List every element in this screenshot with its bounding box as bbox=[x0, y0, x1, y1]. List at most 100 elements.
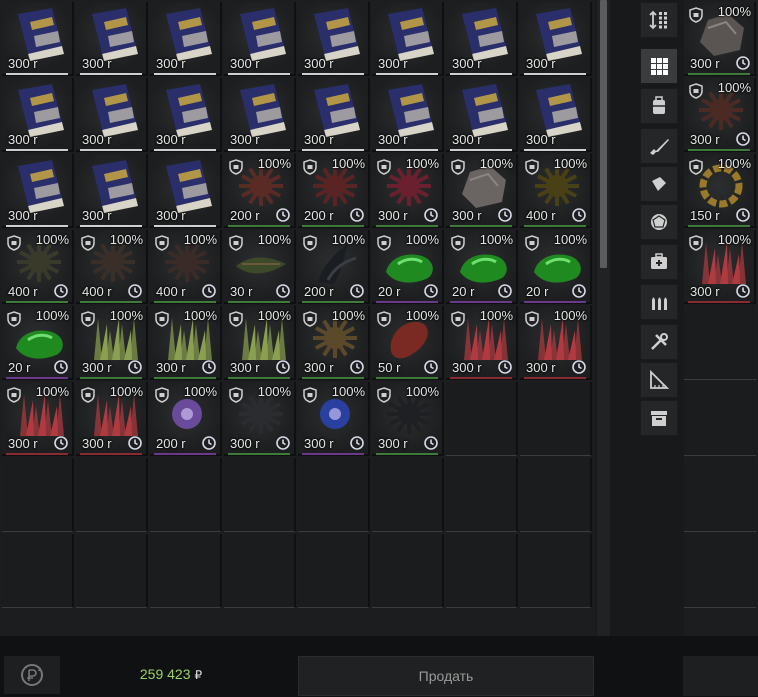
empty-slot[interactable] bbox=[520, 382, 592, 456]
inventory-item[interactable]: 100% 300 r bbox=[446, 306, 518, 380]
inventory-item[interactable]: 300 r bbox=[520, 78, 592, 152]
inventory-item[interactable]: 100% 400 r bbox=[520, 154, 592, 228]
inventory-item[interactable]: 100% 20 r bbox=[2, 306, 74, 380]
inventory-item[interactable]: 300 r bbox=[2, 154, 74, 228]
inventory-item[interactable]: 100% 300 r bbox=[372, 382, 444, 456]
inventory-item[interactable]: 100% 300 r bbox=[76, 306, 148, 380]
empty-slot[interactable] bbox=[684, 534, 756, 608]
category-sort[interactable] bbox=[640, 2, 678, 38]
item-rarity-line bbox=[450, 225, 512, 227]
scroll-thumb[interactable] bbox=[600, 0, 607, 268]
inventory-item[interactable]: 100% 300 r bbox=[76, 382, 148, 456]
empty-slot[interactable] bbox=[2, 458, 74, 532]
category-armor[interactable] bbox=[640, 166, 678, 202]
inventory-item[interactable]: 100% 20 r bbox=[446, 230, 518, 304]
empty-slot[interactable] bbox=[520, 458, 592, 532]
empty-slot[interactable] bbox=[372, 534, 444, 608]
inventory-item[interactable]: 100% 400 r bbox=[2, 230, 74, 304]
inventory-item[interactable]: 100% 300 r bbox=[224, 382, 296, 456]
item-durability: 100% bbox=[183, 384, 217, 399]
inventory-item[interactable]: 100% 300 r bbox=[224, 306, 296, 380]
shield-icon bbox=[7, 311, 21, 327]
empty-slot[interactable] bbox=[446, 458, 518, 532]
inventory-item[interactable]: 100% 300 r bbox=[446, 154, 518, 228]
inventory-item[interactable]: 100% 400 r bbox=[76, 230, 148, 304]
item-price: 300 r bbox=[156, 56, 186, 71]
empty-slot[interactable] bbox=[224, 458, 296, 532]
category-medkit[interactable] bbox=[640, 244, 678, 280]
inventory-item[interactable]: 300 r bbox=[150, 78, 222, 152]
inventory-item[interactable]: 300 r bbox=[150, 2, 222, 76]
inventory-item[interactable]: 100% 20 r bbox=[520, 230, 592, 304]
inventory-item[interactable]: 300 r bbox=[76, 2, 148, 76]
ruler-icon bbox=[650, 369, 670, 389]
inventory-item[interactable]: 100% 300 r bbox=[684, 230, 756, 304]
shield-icon bbox=[7, 387, 21, 403]
inventory-item[interactable]: 100% 300 r bbox=[150, 306, 222, 380]
inventory-item[interactable]: 300 r bbox=[520, 2, 592, 76]
inventory-item[interactable]: 100% 150 r bbox=[684, 154, 756, 228]
inventory-item[interactable]: 300 r bbox=[446, 2, 518, 76]
inventory-item[interactable]: 100% 50 r bbox=[372, 306, 444, 380]
inventory-item[interactable]: 100% 300 r bbox=[298, 382, 370, 456]
empty-slot[interactable] bbox=[446, 382, 518, 456]
empty-slot[interactable] bbox=[446, 534, 518, 608]
inventory-item[interactable]: 100% 300 r bbox=[298, 306, 370, 380]
category-ammo[interactable] bbox=[640, 284, 678, 320]
empty-slot[interactable] bbox=[298, 534, 370, 608]
empty-slot[interactable] bbox=[684, 382, 756, 456]
empty-slot[interactable] bbox=[684, 306, 756, 380]
category-box[interactable] bbox=[640, 400, 678, 436]
inventory-item[interactable]: 300 r bbox=[298, 2, 370, 76]
empty-slot[interactable] bbox=[520, 534, 592, 608]
empty-slot[interactable] bbox=[76, 458, 148, 532]
inventory-item[interactable]: 300 r bbox=[76, 154, 148, 228]
empty-slot[interactable] bbox=[684, 458, 756, 532]
category-backpack[interactable] bbox=[640, 88, 678, 124]
inventory-item[interactable]: 100% 300 r bbox=[372, 154, 444, 228]
inventory-item[interactable]: 300 r bbox=[298, 78, 370, 152]
inventory-scrollbar[interactable] bbox=[597, 0, 610, 636]
inventory-item[interactable]: 100% 200 r bbox=[224, 154, 296, 228]
inventory-item[interactable]: 300 r bbox=[76, 78, 148, 152]
category-ruler[interactable] bbox=[640, 362, 678, 398]
inventory-item[interactable]: 100% 200 r bbox=[150, 382, 222, 456]
inventory-item[interactable]: 300 r bbox=[2, 2, 74, 76]
inventory-item[interactable]: 100% 20 r bbox=[372, 230, 444, 304]
inventory-item[interactable]: 100% 30 r bbox=[224, 230, 296, 304]
clock-icon bbox=[424, 436, 438, 450]
inventory-item[interactable]: 300 r bbox=[372, 2, 444, 76]
empty-slot[interactable] bbox=[224, 534, 296, 608]
ammo-icon bbox=[652, 297, 667, 310]
category-grid[interactable] bbox=[640, 48, 678, 84]
category-artifact[interactable] bbox=[640, 204, 678, 240]
sell-button[interactable]: Продать bbox=[298, 656, 594, 696]
empty-slot[interactable] bbox=[2, 534, 74, 608]
item-price: 20 r bbox=[452, 284, 475, 299]
inventory-item[interactable]: 100% 300 r bbox=[684, 2, 756, 76]
inventory-item[interactable]: 100% 400 r bbox=[150, 230, 222, 304]
inventory-item[interactable]: 300 r bbox=[224, 78, 296, 152]
inventory-item[interactable]: 300 r bbox=[372, 78, 444, 152]
inventory-item[interactable]: 100% 200 r bbox=[298, 154, 370, 228]
empty-slot[interactable] bbox=[298, 458, 370, 532]
inventory-item[interactable]: 100% 300 r bbox=[684, 78, 756, 152]
category-tools[interactable] bbox=[640, 324, 678, 360]
item-price: 400 r bbox=[156, 284, 186, 299]
inventory-item[interactable]: 300 r bbox=[446, 78, 518, 152]
item-price: 300 r bbox=[82, 132, 112, 147]
inventory-item[interactable]: 300 r bbox=[150, 154, 222, 228]
category-rifle[interactable] bbox=[640, 128, 678, 164]
inventory-item[interactable]: 300 r bbox=[2, 78, 74, 152]
empty-slot[interactable] bbox=[150, 458, 222, 532]
currency-toggle-button[interactable] bbox=[4, 656, 60, 694]
empty-slot[interactable] bbox=[150, 534, 222, 608]
inventory-item[interactable]: 100% 300 r bbox=[520, 306, 592, 380]
inventory-item[interactable]: 100% 300 r bbox=[2, 382, 74, 456]
inventory-item[interactable]: 100% 200 r bbox=[298, 230, 370, 304]
empty-slot[interactable] bbox=[76, 534, 148, 608]
item-price: 300 r bbox=[378, 208, 408, 223]
empty-slot[interactable] bbox=[372, 458, 444, 532]
inventory-item[interactable]: 300 r bbox=[224, 2, 296, 76]
tools-icon bbox=[651, 333, 668, 350]
